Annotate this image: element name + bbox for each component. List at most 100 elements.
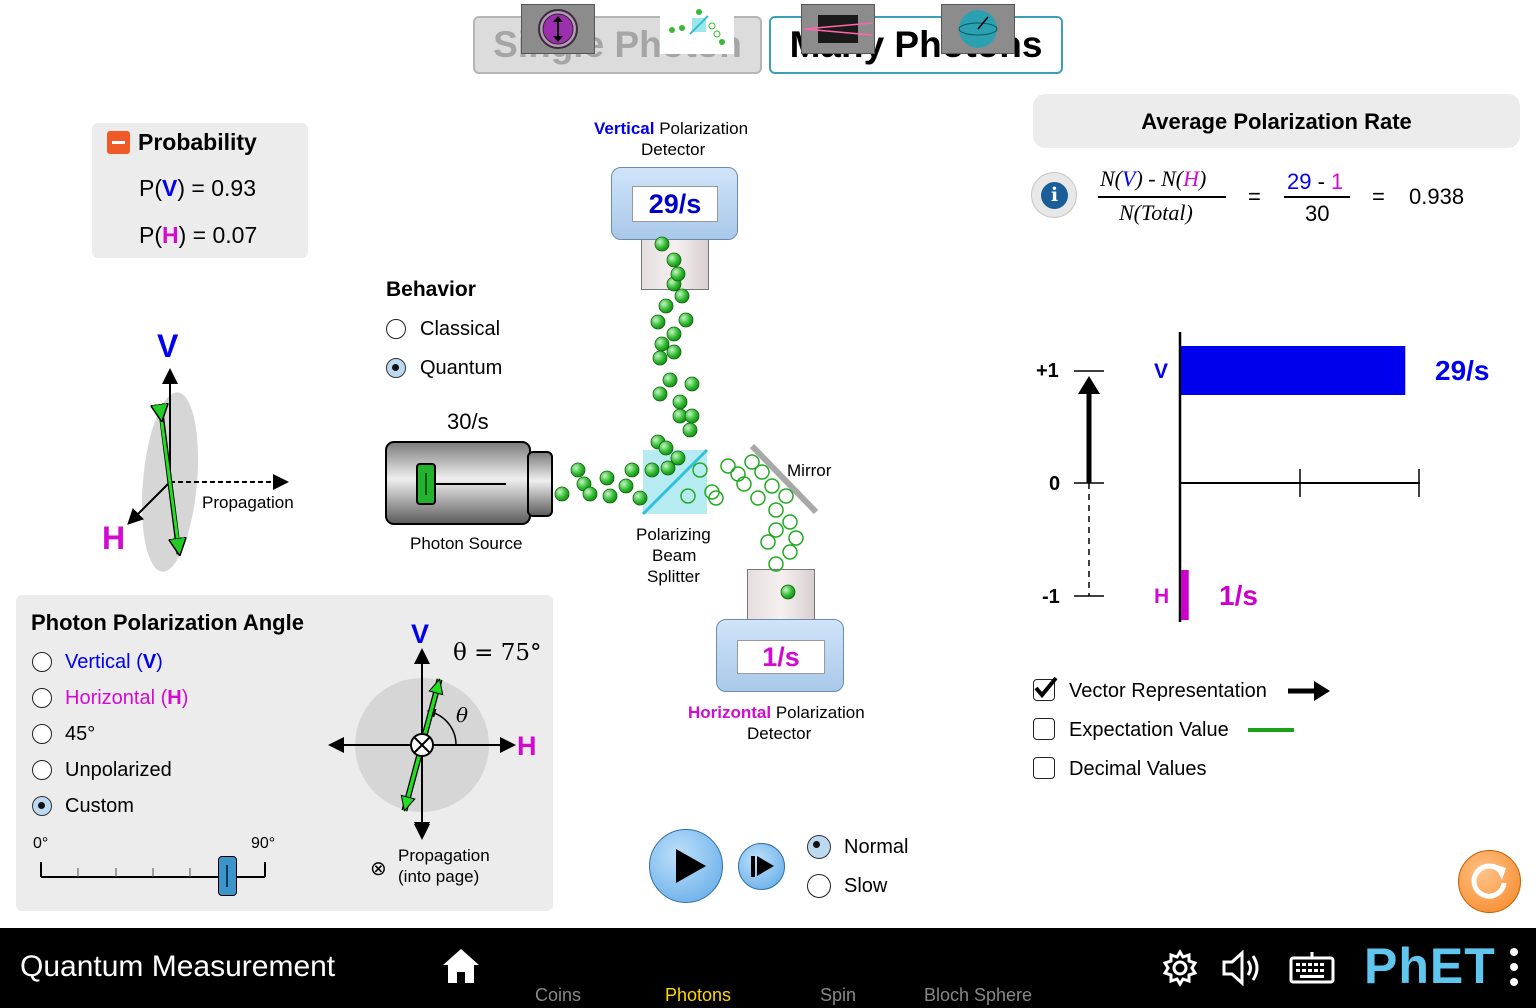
- vector-h-label: H: [102, 520, 126, 556]
- behavior-quantum-radio[interactable]: [386, 358, 406, 378]
- angle-custom-label[interactable]: Custom: [65, 795, 134, 818]
- speed-normal-label[interactable]: Normal: [844, 836, 908, 859]
- angle-horizontal-label[interactable]: Horizontal (H): [65, 687, 188, 710]
- expectation-legend-line-icon: [1248, 728, 1294, 732]
- splitter-label-2: Beam: [652, 546, 697, 565]
- horizontal-detector-title-line2: Detector: [747, 724, 812, 743]
- count-numerator: 29 - 1: [1287, 169, 1343, 195]
- expectation-value-checkbox[interactable]: [1033, 718, 1055, 740]
- bar-h-label: H: [1154, 585, 1170, 608]
- vector-representation-label[interactable]: Vector Representation: [1069, 680, 1267, 703]
- ph-symbol: H: [162, 222, 179, 248]
- phet-menu-icon[interactable]: [1510, 948, 1518, 988]
- photon-source: [385, 441, 553, 525]
- probability-h-readout: P(H) = 0.07: [139, 222, 257, 249]
- avg-rate-header: Average Polarization Rate: [1033, 94, 1520, 148]
- angle-horizontal-text: Horizontal (: [65, 687, 168, 709]
- info-button[interactable]: i: [1031, 172, 1077, 218]
- screen-bloch-sphere-label[interactable]: Bloch Sphere: [918, 985, 1038, 1006]
- fn-h: H: [1183, 166, 1199, 191]
- phet-logo[interactable]: PhET: [1364, 937, 1496, 995]
- behavior-classical-label[interactable]: Classical: [420, 318, 500, 341]
- polarization-angle-title: Photon Polarization Angle: [31, 610, 304, 635]
- into-page-legend-icon: ⊗: [370, 858, 387, 880]
- angle-slider-max: 90°: [251, 835, 276, 852]
- minus-icon: [112, 141, 125, 144]
- mirror-label: Mirror: [787, 461, 832, 480]
- formula-fraction-bar: [1098, 196, 1226, 198]
- formula-equals-2: =: [1372, 184, 1385, 209]
- play-icon: [676, 849, 706, 883]
- angle-horizontal-radio[interactable]: [32, 688, 52, 708]
- angle-h-label: H: [517, 731, 537, 761]
- theta-readout: θ = 75°: [453, 640, 542, 666]
- speed-normal-radio[interactable]: [807, 835, 831, 859]
- probability-collapse-button[interactable]: [107, 131, 130, 154]
- vertical-detector-display: 29/s: [632, 186, 718, 222]
- screen-photons-thumbnail[interactable]: [660, 4, 734, 54]
- horizontal-detector-title: Horizontal Polarization: [688, 703, 865, 723]
- coin-icon: [538, 9, 578, 49]
- step-forward-button[interactable]: [738, 843, 785, 890]
- angle-horizontal-end: ): [181, 687, 189, 709]
- screen-spin-thumbnail[interactable]: [801, 4, 875, 54]
- ph-prefix: P(: [139, 222, 162, 248]
- screen-bloch-sphere-thumbnail[interactable]: [941, 4, 1015, 54]
- decimal-values-checkbox[interactable]: [1033, 757, 1055, 779]
- polarization-bar-chart: [1178, 332, 1420, 622]
- screen-coins-label[interactable]: Coins: [498, 985, 618, 1006]
- spin-icon: [803, 15, 873, 43]
- fn-b: ) - N(: [1135, 166, 1184, 191]
- expectation-value-label[interactable]: Expectation Value: [1069, 719, 1229, 742]
- angle-vertical-text: Vertical (: [65, 651, 143, 673]
- keyboard-icon[interactable]: [1289, 948, 1335, 988]
- horizontal-title-rest: Polarization: [771, 703, 865, 722]
- vector-v-label: V: [157, 328, 179, 364]
- formula-numerator: N(V) - N(H): [1100, 166, 1206, 192]
- sound-icon[interactable]: [1221, 948, 1267, 988]
- photons-icon: [669, 9, 725, 45]
- angle-unpolarized-radio[interactable]: [32, 760, 52, 780]
- angle-45-radio[interactable]: [32, 724, 52, 744]
- source-label: Photon Source: [410, 534, 523, 553]
- vector-representation-checkbox[interactable]: [1033, 676, 1058, 701]
- angle-slider-min: 0°: [33, 835, 49, 852]
- angle-vertical-radio[interactable]: [32, 652, 52, 672]
- avg-rate-result: 0.938: [1409, 184, 1465, 209]
- bar-h-rate: 1/s: [1219, 580, 1258, 611]
- angle-vertical-symbol: V: [142, 651, 157, 673]
- fn-c: ): [1199, 166, 1207, 191]
- speed-slow-label[interactable]: Slow: [844, 875, 887, 898]
- angle-unpolarized-label[interactable]: Unpolarized: [65, 759, 172, 782]
- screen-coins-thumbnail[interactable]: [521, 4, 595, 54]
- polarization-vector-diagram: [127, 368, 289, 572]
- screen-spin-label[interactable]: Spin: [778, 985, 898, 1006]
- fn-v: V: [1122, 166, 1136, 191]
- bloch-sphere-icon: [958, 10, 998, 48]
- count-v: 29: [1287, 169, 1312, 194]
- angle-v-label: V: [411, 619, 430, 649]
- splitter-label-1: Polarizing: [636, 525, 711, 544]
- tick-minus1: -1: [1042, 586, 1060, 608]
- decimal-values-label[interactable]: Decimal Values: [1069, 758, 1206, 781]
- behavior-classical-radio[interactable]: [386, 319, 406, 339]
- reset-all-button[interactable]: [1458, 850, 1521, 913]
- speed-slow-radio[interactable]: [807, 874, 831, 898]
- source-rate-slider-thumb[interactable]: [416, 463, 436, 505]
- play-button[interactable]: [649, 829, 723, 903]
- probability-title: Probability: [138, 129, 257, 155]
- angle-slider-thumb[interactable]: [218, 856, 238, 896]
- angle-45-label[interactable]: 45°: [65, 723, 95, 746]
- behavior-title: Behavior: [386, 278, 476, 301]
- vertical-title-rest: Polarization: [654, 119, 749, 138]
- pv-prefix: P(: [139, 175, 162, 201]
- angle-custom-radio[interactable]: [32, 796, 52, 816]
- bar-v-rate: 29/s: [1435, 355, 1490, 386]
- source-rate: 30/s: [447, 409, 489, 434]
- angle-vertical-label[interactable]: Vertical (V): [65, 651, 163, 674]
- home-icon[interactable]: [441, 947, 481, 985]
- angle-diagram: [328, 648, 516, 840]
- behavior-quantum-label[interactable]: Quantum: [420, 357, 502, 380]
- settings-gear-icon[interactable]: [1161, 949, 1199, 987]
- screen-photons-label[interactable]: Photons: [638, 985, 758, 1006]
